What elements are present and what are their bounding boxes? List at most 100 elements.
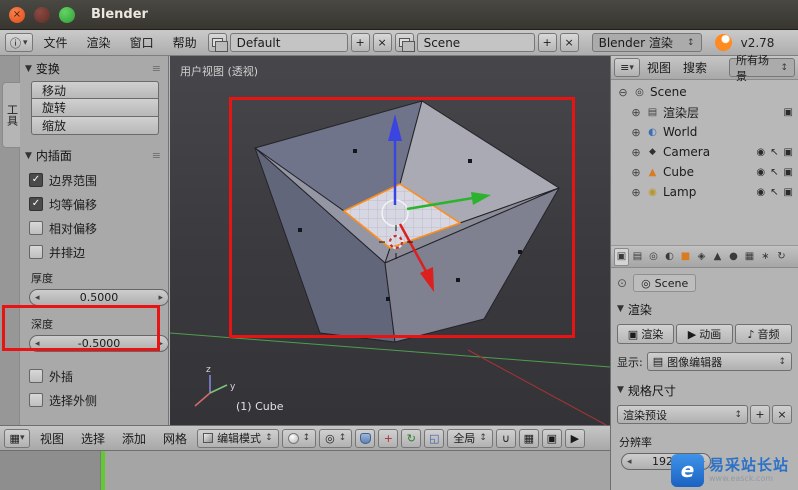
- rotate-button[interactable]: 旋转: [31, 99, 159, 117]
- tab-constraints[interactable]: ◈: [694, 248, 709, 266]
- manipulator-toggle-button[interactable]: [355, 428, 376, 448]
- menu-add[interactable]: 添加: [115, 430, 153, 447]
- expand-icon[interactable]: ⊕: [630, 126, 642, 139]
- outliner-item-label[interactable]: World: [663, 125, 697, 139]
- outliner-editor-type-button[interactable]: ≡ ▾: [614, 58, 640, 77]
- collapse-icon[interactable]: ⊖: [617, 86, 629, 99]
- manipulator-rotate-button[interactable]: ↻: [401, 428, 422, 448]
- remove-preset-button[interactable]: ×: [772, 405, 792, 424]
- menu-window[interactable]: 窗口: [122, 34, 162, 51]
- offset-relative-checkbox[interactable]: [29, 221, 43, 235]
- menu-mesh[interactable]: 网格: [156, 430, 194, 447]
- tab-scene[interactable]: ◎: [646, 248, 661, 266]
- select-outer-checkbox[interactable]: [29, 393, 43, 407]
- menu-render[interactable]: 渲染: [79, 34, 119, 51]
- tab-physics[interactable]: ↻: [774, 248, 789, 266]
- browse-screen-layouts-button[interactable]: [207, 33, 228, 52]
- render-audio-button[interactable]: ♪ 音频: [735, 324, 792, 344]
- offset-even-checkbox[interactable]: ✓: [29, 197, 43, 211]
- transform-panel-header[interactable]: ▼ 变换 ≡: [25, 60, 165, 77]
- selectability-pointer-icon[interactable]: ↖: [770, 147, 778, 158]
- delete-scene-button[interactable]: ×: [559, 33, 579, 52]
- outliner-row-cube[interactable]: ⊕ ▲ Cube ◉ ↖ ▣: [611, 162, 798, 182]
- menu-view[interactable]: 视图: [33, 430, 71, 447]
- outliner-item-label[interactable]: Scene: [650, 85, 687, 99]
- outliner-menu-search[interactable]: 搜索: [678, 59, 712, 76]
- snap-element-button[interactable]: ▦: [518, 428, 539, 448]
- delete-screen-layout-button[interactable]: ×: [372, 33, 392, 52]
- manipulator-scale-button[interactable]: ◱: [424, 428, 445, 448]
- outliner-display-filter-dropdown[interactable]: 所有场景 ↕: [729, 54, 795, 83]
- editor-type-button[interactable]: ▦ ▾: [4, 428, 30, 448]
- thickness-slider[interactable]: ◂ 0.5000 ▸: [29, 289, 169, 306]
- editor-type-info-button[interactable]: ⓘ ▾: [5, 33, 33, 52]
- scene-name-field[interactable]: Scene: [416, 33, 535, 52]
- edge-rail-checkbox[interactable]: [29, 245, 43, 259]
- outliner-item-label[interactable]: Camera: [663, 145, 710, 159]
- screen-layout-field[interactable]: Default: [229, 33, 348, 52]
- expand-icon[interactable]: ⊕: [630, 146, 642, 159]
- window-close-button[interactable]: ×: [9, 6, 25, 23]
- outliner-row-world[interactable]: ⊕ ◐ World: [611, 122, 798, 142]
- renderability-camera-icon[interactable]: ▣: [784, 107, 793, 118]
- browse-scenes-button[interactable]: [394, 33, 415, 52]
- depth-slider[interactable]: ◂ -0.5000 ▸: [29, 335, 169, 352]
- outliner-menu-view[interactable]: 视图: [642, 59, 676, 76]
- render-preset-dropdown[interactable]: 渲染预设 ↕: [617, 405, 748, 424]
- visibility-eye-icon[interactable]: ◉: [756, 187, 765, 198]
- outliner-row-scene[interactable]: ⊖ ◎ Scene: [611, 82, 798, 102]
- orientation-dropdown[interactable]: 全局 ↕: [447, 428, 493, 448]
- scale-button[interactable]: 缩放: [31, 117, 159, 135]
- timeline-editor[interactable]: [0, 450, 610, 490]
- tab-particles[interactable]: ∗: [758, 248, 773, 266]
- mode-dropdown[interactable]: 编辑模式 ↕: [197, 428, 279, 448]
- boundary-checkbox[interactable]: ✓: [29, 173, 43, 187]
- opengl-render-anim-button[interactable]: ▶: [564, 428, 585, 448]
- pivot-dropdown[interactable]: ◎ ↕: [319, 428, 353, 448]
- dimensions-panel-header[interactable]: ▼ 规格尺寸: [617, 381, 792, 399]
- expand-icon[interactable]: ⊕: [630, 106, 642, 119]
- tab-render-layers[interactable]: ▤: [630, 248, 645, 266]
- render-engine-dropdown[interactable]: Blender 渲染 ↕: [591, 33, 702, 52]
- selectability-pointer-icon[interactable]: ↖: [770, 167, 778, 178]
- outliner-item-label[interactable]: Cube: [663, 165, 694, 179]
- outliner-row-camera[interactable]: ⊕ ◆ Camera ◉ ↖ ▣: [611, 142, 798, 162]
- add-scene-button[interactable]: +: [537, 33, 557, 52]
- tab-material[interactable]: ●: [726, 248, 741, 266]
- expand-icon[interactable]: ⊕: [630, 166, 642, 179]
- selectability-pointer-icon[interactable]: ↖: [770, 187, 778, 198]
- window-minimize-button[interactable]: [34, 6, 50, 23]
- menu-help[interactable]: 帮助: [165, 34, 205, 51]
- outliner-row-renderlayers[interactable]: ⊕ ▤ 渲染层 ▣: [611, 102, 798, 122]
- visibility-eye-icon[interactable]: ◉: [756, 147, 765, 158]
- context-breadcrumb[interactable]: ◎ Scene: [633, 274, 697, 292]
- tab-data[interactable]: ▲: [710, 248, 725, 266]
- tab-object[interactable]: ■: [678, 248, 693, 266]
- renderability-camera-icon[interactable]: ▣: [784, 167, 793, 178]
- visibility-eye-icon[interactable]: ◉: [756, 167, 765, 178]
- outliner-item-label[interactable]: 渲染层: [663, 104, 699, 121]
- inset-panel-header[interactable]: ▼ 内插面 ≡: [25, 147, 165, 164]
- expand-icon[interactable]: ⊕: [630, 186, 642, 199]
- snap-toggle-button[interactable]: ∪: [495, 428, 516, 448]
- tab-render[interactable]: ▣: [614, 247, 629, 266]
- menu-select[interactable]: 选择: [74, 430, 112, 447]
- cube-mesh[interactable]: [254, 100, 560, 343]
- outliner-item-label[interactable]: Lamp: [663, 185, 696, 199]
- pin-icon[interactable]: ⊙: [617, 276, 627, 290]
- timeline-playhead[interactable]: [101, 451, 105, 490]
- renderability-camera-icon[interactable]: ▣: [784, 147, 793, 158]
- opengl-render-button[interactable]: ▣: [541, 428, 562, 448]
- menu-file[interactable]: 文件: [36, 34, 76, 51]
- increment-icon[interactable]: ▸: [158, 293, 163, 303]
- tab-texture[interactable]: ▦: [742, 248, 757, 266]
- increment-icon[interactable]: ▸: [158, 339, 163, 349]
- tab-world[interactable]: ◐: [662, 248, 677, 266]
- add-preset-button[interactable]: +: [750, 405, 770, 424]
- window-maximize-button[interactable]: [59, 6, 75, 23]
- display-dropdown[interactable]: ▤ 图像编辑器 ↕: [646, 352, 792, 371]
- viewport-3d[interactable]: z y 用户视图 (透视) (1) Cube: [170, 56, 610, 425]
- render-still-button[interactable]: ▣ 渲染: [617, 324, 674, 344]
- move-button[interactable]: 移动: [31, 81, 159, 99]
- outliner-row-lamp[interactable]: ⊕ ◉ Lamp ◉ ↖ ▣: [611, 182, 798, 202]
